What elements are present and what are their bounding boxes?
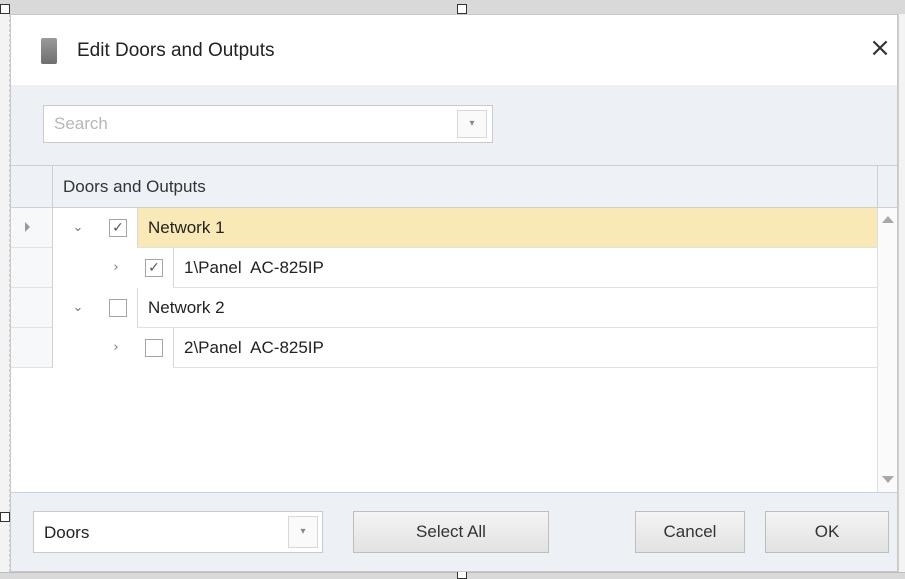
filter-value: Doors xyxy=(44,523,90,542)
checkbox-network-2[interactable] xyxy=(109,299,127,317)
resize-handle-left[interactable] xyxy=(0,512,10,522)
chevron-down-icon: ▾ xyxy=(300,526,306,537)
door-icon xyxy=(41,38,57,64)
tree-row-panel-2[interactable]: › 2\Panel AC-825IP xyxy=(53,328,877,368)
chevron-down-icon[interactable]: ⌄ xyxy=(69,219,87,237)
editor-frame-left xyxy=(0,14,10,572)
row-label-cell: 1\Panel AC-825IP xyxy=(173,248,877,288)
chevron-right-icon[interactable]: › xyxy=(107,339,125,357)
row-label: 2\Panel AC-825IP xyxy=(184,338,324,357)
checkbox-network-1[interactable]: ✓ xyxy=(109,219,127,237)
filter-combobox[interactable]: Doors ▾ xyxy=(33,511,323,553)
ok-button[interactable]: OK xyxy=(765,511,889,553)
row-label: Network 2 xyxy=(148,298,225,317)
filter-dropdown-button[interactable]: ▾ xyxy=(288,516,318,548)
row-label: 1\Panel AC-825IP xyxy=(184,258,324,277)
current-row-indicator-icon xyxy=(25,222,30,232)
doors-outputs-grid: Doors and Outputs ⌄ ✓ Network 1 › ✓ 1\Pa… xyxy=(11,165,897,493)
search-dropdown-button[interactable]: ▾ xyxy=(457,110,487,138)
editor-frame-right xyxy=(898,14,905,572)
dialog-title: Edit Doors and Outputs xyxy=(77,40,275,61)
column-header-doors-outputs[interactable]: Doors and Outputs xyxy=(63,177,206,197)
resize-handle-top[interactable] xyxy=(457,4,467,14)
editor-frame-top xyxy=(0,0,905,15)
checkbox-panel-1[interactable]: ✓ xyxy=(145,259,163,277)
row-label-cell: Network 1 xyxy=(137,208,877,248)
close-icon[interactable]: × xyxy=(867,35,893,61)
chevron-down-icon[interactable]: ⌄ xyxy=(69,299,87,317)
edit-doors-dialog: Edit Doors and Outputs × ▾ Doors and Out… xyxy=(10,14,898,572)
tree-row-panel-1[interactable]: › ✓ 1\Panel AC-825IP xyxy=(53,248,877,288)
tree-row-network-1[interactable]: ⌄ ✓ Network 1 xyxy=(53,208,877,248)
row-selector[interactable] xyxy=(11,248,53,288)
tree-row-network-2[interactable]: ⌄ Network 2 xyxy=(53,288,877,328)
chevron-down-icon: ▾ xyxy=(469,118,475,129)
cancel-button[interactable]: Cancel xyxy=(635,511,745,553)
search-bar: ▾ xyxy=(11,85,897,165)
dialog-footer: Doors ▾ Select All Cancel OK xyxy=(11,493,897,571)
chevron-right-icon[interactable]: › xyxy=(107,259,125,277)
header-gutter xyxy=(11,166,53,207)
resize-handle-top-left[interactable] xyxy=(0,4,10,14)
checkbox-panel-2[interactable] xyxy=(145,339,163,357)
header-right-corner xyxy=(877,166,897,207)
row-selector[interactable] xyxy=(11,208,53,248)
grid-header: Doors and Outputs xyxy=(11,166,897,208)
search-box: ▾ xyxy=(43,105,493,143)
row-selector[interactable] xyxy=(11,328,53,368)
search-input[interactable] xyxy=(44,106,457,142)
row-label-cell: Network 2 xyxy=(137,288,877,328)
row-label: Network 1 xyxy=(148,218,225,237)
vertical-scrollbar[interactable] xyxy=(877,208,897,492)
select-all-button[interactable]: Select All xyxy=(353,511,549,553)
row-label-cell: 2\Panel AC-825IP xyxy=(173,328,877,368)
scroll-down-icon[interactable] xyxy=(882,476,894,483)
title-bar: Edit Doors and Outputs × xyxy=(11,15,897,85)
scroll-up-icon[interactable] xyxy=(882,216,894,223)
row-selector[interactable] xyxy=(11,288,53,328)
